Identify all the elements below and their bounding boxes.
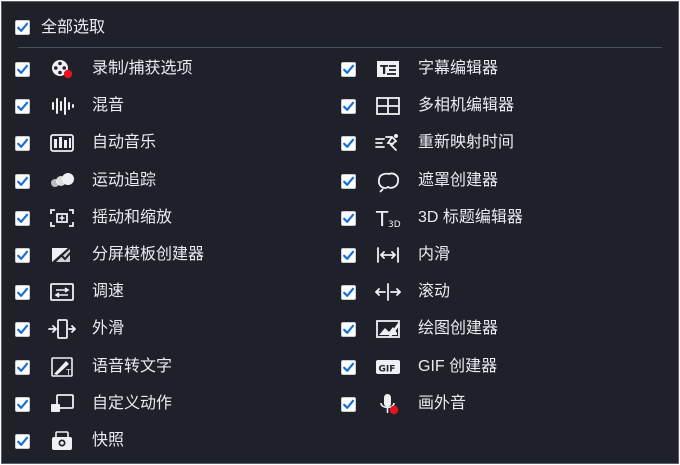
feature-row[interactable]: 重新映射时间	[2, 128, 680, 158]
select-all-label: 全部选取	[41, 19, 106, 36]
feature-checkbox[interactable]	[341, 285, 356, 301]
feature-selection-panel: 全部选取 录制/捕获选项 混音 自动音乐 运动追踪 摇动和缩放 分屏模板创建器 调速 外滑 T 语…	[1, 1, 679, 464]
feature-row[interactable]: 多相机编辑器	[2, 91, 680, 121]
feature-row[interactable]: 滚动	[2, 277, 680, 307]
feature-row[interactable]: GIF GIF 创建器	[2, 352, 680, 382]
feature-row[interactable]: T 3D 3D 标题编辑器	[2, 203, 680, 233]
painting-creator-icon	[374, 317, 402, 341]
feature-checkbox[interactable]	[341, 248, 356, 263]
svg-text:T: T	[375, 207, 389, 230]
title-3d-icon: T 3D	[374, 206, 402, 230]
feature-label: 3D 标题编辑器	[418, 208, 523, 226]
voiceover-mic-icon	[374, 392, 402, 416]
scroll-icon	[374, 280, 402, 304]
feature-checkbox[interactable]	[341, 99, 356, 115]
slide-in-icon	[374, 243, 402, 267]
feature-checkbox[interactable]	[341, 359, 356, 375]
feature-checkbox[interactable]	[15, 434, 30, 449]
svg-text:GIF: GIF	[379, 364, 396, 374]
gif-creator-icon: GIF	[374, 355, 402, 379]
feature-checkbox[interactable]	[341, 62, 356, 77]
feature-row[interactable]: T 字幕编辑器	[2, 54, 680, 84]
snapshot-icon	[48, 429, 76, 453]
feature-checkbox[interactable]	[341, 210, 356, 226]
svg-text:T: T	[380, 63, 389, 77]
feature-label: 滚动	[418, 283, 451, 301]
feature-label: 重新映射时间	[418, 134, 515, 152]
feature-checkbox[interactable]	[341, 173, 356, 189]
feature-label: GIF 创建器	[418, 357, 498, 375]
svg-text:3D: 3D	[388, 220, 401, 230]
feature-checkbox[interactable]	[341, 396, 356, 412]
feature-label: 多相机编辑器	[418, 97, 515, 115]
feature-row[interactable]: 画外音	[2, 389, 680, 419]
multicam-editor-icon	[374, 94, 402, 118]
feature-label: 字幕编辑器	[418, 60, 499, 77]
divider	[18, 47, 662, 48]
feature-label: 快照	[92, 432, 125, 449]
feature-label: 遮罩创建器	[418, 171, 499, 189]
select-all-row[interactable]: 全部选取	[2, 14, 680, 44]
mask-creator-icon	[374, 169, 402, 193]
feature-row[interactable]: 绘图创建器	[2, 314, 680, 344]
feature-checkbox[interactable]	[341, 322, 356, 338]
time-remap-icon	[374, 131, 402, 155]
feature-label: 绘图创建器	[418, 320, 499, 338]
feature-row[interactable]: 内滑	[2, 240, 680, 270]
subtitle-editor-icon: T	[374, 57, 402, 81]
select-all-checkbox[interactable]	[15, 20, 30, 35]
feature-row[interactable]: 遮罩创建器	[2, 166, 680, 196]
feature-label: 内滑	[418, 246, 451, 263]
feature-checkbox[interactable]	[341, 136, 356, 152]
feature-label: 画外音	[418, 394, 467, 412]
feature-row[interactable]: 快照	[2, 426, 680, 456]
